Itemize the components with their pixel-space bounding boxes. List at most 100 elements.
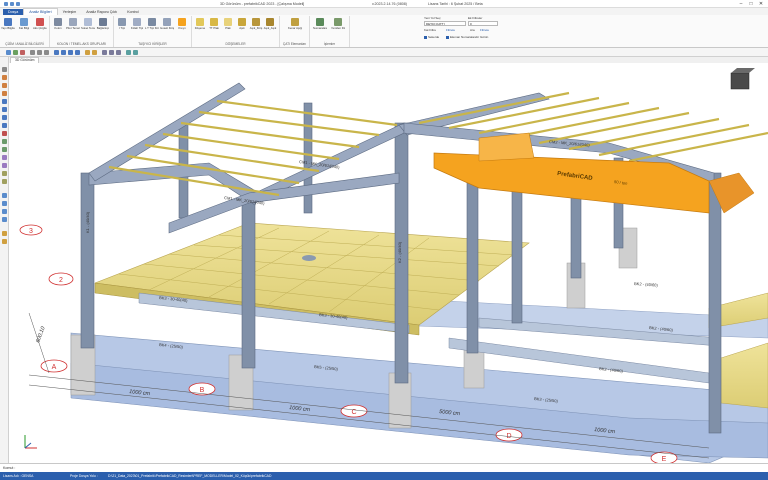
axis-lines-button[interactable]: Aks Çizgileri (33, 16, 47, 38)
light-icon[interactable] (126, 49, 131, 55)
edge-purlin-icon (291, 18, 299, 26)
block-icon[interactable] (2, 179, 7, 184)
numbering-button[interactable]: Numaralandır (313, 16, 327, 38)
purlin-beam-button[interactable]: Aşık_Kiriş (249, 16, 263, 38)
view-front-icon[interactable] (54, 49, 59, 55)
label-ground6: BK2 - (40/60) (634, 281, 659, 288)
extend-icon[interactable] (2, 147, 7, 152)
pile-foundation-button[interactable]: Pilot Temel (66, 16, 80, 38)
minimize-button[interactable]: – (736, 0, 746, 8)
label-col1: K1 - (40/40) (85, 211, 90, 233)
report-icon[interactable] (2, 231, 7, 236)
slab-button[interactable]: Döşeme (193, 16, 207, 38)
3d-viewport[interactable]: A B C D E 2 3 1000 cm 1000 cm 5000 cm 10… (9, 63, 768, 463)
layer-icon[interactable] (85, 49, 90, 55)
array-icon[interactable] (2, 123, 7, 128)
zoom-icon[interactable] (30, 49, 35, 55)
haunched-beam-button[interactable]: Guseli Kiriş (160, 16, 174, 38)
group-drawing-info: Yapı Bilgileri Kat Bilgi Aks Çizgileri Ç… (0, 16, 50, 47)
label-col2: K2 - (40/40) (397, 241, 402, 263)
open-icon[interactable] (6, 49, 11, 55)
trim-icon[interactable] (2, 139, 7, 144)
license-date: Lisans Tarihi : 6 Şubat 2025 / Beta (428, 2, 483, 6)
line-icon[interactable] (2, 75, 7, 80)
undo-icon[interactable] (10, 1, 14, 6)
left-toolbar (0, 57, 9, 463)
export-icon[interactable] (2, 239, 7, 244)
maximize-button[interactable]: □ (746, 0, 756, 8)
filter-button[interactable]: Filtrele (446, 28, 455, 33)
ortho-icon[interactable] (2, 217, 7, 222)
save-icon[interactable] (4, 1, 8, 6)
dimension-icon[interactable] (2, 155, 7, 160)
properties-icon[interactable] (2, 201, 7, 206)
delete-icon[interactable] (20, 49, 25, 55)
snap-icon[interactable] (2, 209, 7, 214)
grid-icon[interactable] (116, 49, 121, 55)
pan-icon[interactable] (37, 49, 42, 55)
crane-icon (178, 18, 186, 26)
plate-button[interactable]: Plak (221, 16, 235, 38)
camera-icon[interactable] (133, 49, 138, 55)
socket-foundation-button[interactable]: Soket Temel (81, 16, 95, 38)
view-iso-icon[interactable] (75, 49, 80, 55)
building-icon (4, 18, 12, 26)
save-file-icon[interactable] (13, 49, 18, 55)
mirror-icon[interactable] (2, 115, 7, 120)
purlin-purlin-button[interactable]: Aşık_Aşık (263, 16, 277, 38)
circle-icon[interactable] (2, 91, 7, 96)
edge-purlin-button[interactable]: Kenar Aşığı (288, 16, 302, 38)
cap-beam-button[interactable]: Külah Tipi (130, 16, 144, 38)
view-cube-face[interactable] (730, 72, 750, 90)
title-bar: 3D Görünüm - prefabrikCAD 2023 - [Çalışm… (0, 0, 768, 8)
layer-manager-icon[interactable] (2, 193, 7, 198)
project-path: D:\21_Data_2023\01_Prefabrik\PrefabrikCA… (108, 474, 272, 478)
layer-select[interactable]: DETAY-KATTI (424, 21, 466, 26)
command-prompt: Komut : (3, 466, 16, 470)
tab-analysis-info[interactable]: Analiz Bilgileri (23, 8, 58, 15)
view-cube-top[interactable] (731, 68, 755, 73)
redo-icon[interactable] (16, 1, 20, 6)
search-button[interactable]: Ara (470, 28, 475, 33)
rearrange-button[interactable]: Yeniden Düzenle (331, 16, 345, 38)
view-top-icon[interactable] (68, 49, 73, 55)
command-line[interactable]: Komut : (0, 463, 768, 472)
close-button[interactable]: ✕ (756, 0, 766, 8)
floor-icon (20, 18, 28, 26)
ribbon: Yapı Bilgileri Kat Bilgi Aks Çizgileri Ç… (0, 15, 768, 48)
dimension-vertical: 600,10 (35, 325, 47, 344)
value-select[interactable]: 0 (468, 21, 498, 26)
group-operations: Numaralandır Yeniden Düzenle İşlemler (310, 16, 350, 47)
column-button[interactable]: Kolon (51, 16, 65, 38)
column-a1 (80, 172, 95, 349)
select-icon[interactable] (2, 67, 7, 72)
connector-button[interactable]: Bağlantıçı (96, 16, 110, 38)
render-icon[interactable] (92, 49, 97, 55)
purlin-button[interactable]: Aşık (235, 16, 249, 38)
view-side-icon[interactable] (61, 49, 66, 55)
filter-button-2[interactable]: Filtrele (480, 28, 489, 33)
view-cube[interactable] (730, 68, 755, 90)
ribbon-tabs: Dosya Analiz Bilgileri Yerleşim Analiz R… (0, 8, 768, 15)
view-toolbar (0, 48, 768, 57)
hatch-icon[interactable] (2, 171, 7, 176)
building-info-button[interactable]: Yapı Bilgileri (1, 16, 15, 38)
crane-button[interactable]: Kreyn (175, 16, 189, 38)
text-icon[interactable] (2, 163, 7, 168)
lt-beam-button[interactable]: L T Tipi Kiriş (145, 16, 159, 38)
group-roof: Kenar Aşığı ÇATI Elemanları (280, 16, 310, 47)
measure-icon[interactable] (102, 49, 107, 55)
sekerde-checkbox[interactable]: Sekerde (424, 35, 439, 40)
numbering-visible-checkbox[interactable]: Eleman Numaralandır Görün (446, 35, 488, 40)
rectangle-icon[interactable] (2, 83, 7, 88)
floor-info-button[interactable]: Kat Bilgi (17, 16, 31, 38)
floor-filter-button[interactable]: Kat Filtre (424, 28, 436, 33)
move-icon[interactable] (2, 99, 7, 104)
rotate-icon[interactable] (44, 49, 49, 55)
erase-icon[interactable] (2, 131, 7, 136)
section-icon[interactable] (109, 49, 114, 55)
tt-plate-button[interactable]: TT Plak (207, 16, 221, 38)
copy-icon[interactable] (2, 107, 7, 112)
i-beam-button[interactable]: I Tipi (115, 16, 129, 38)
column-c2 (466, 172, 479, 354)
